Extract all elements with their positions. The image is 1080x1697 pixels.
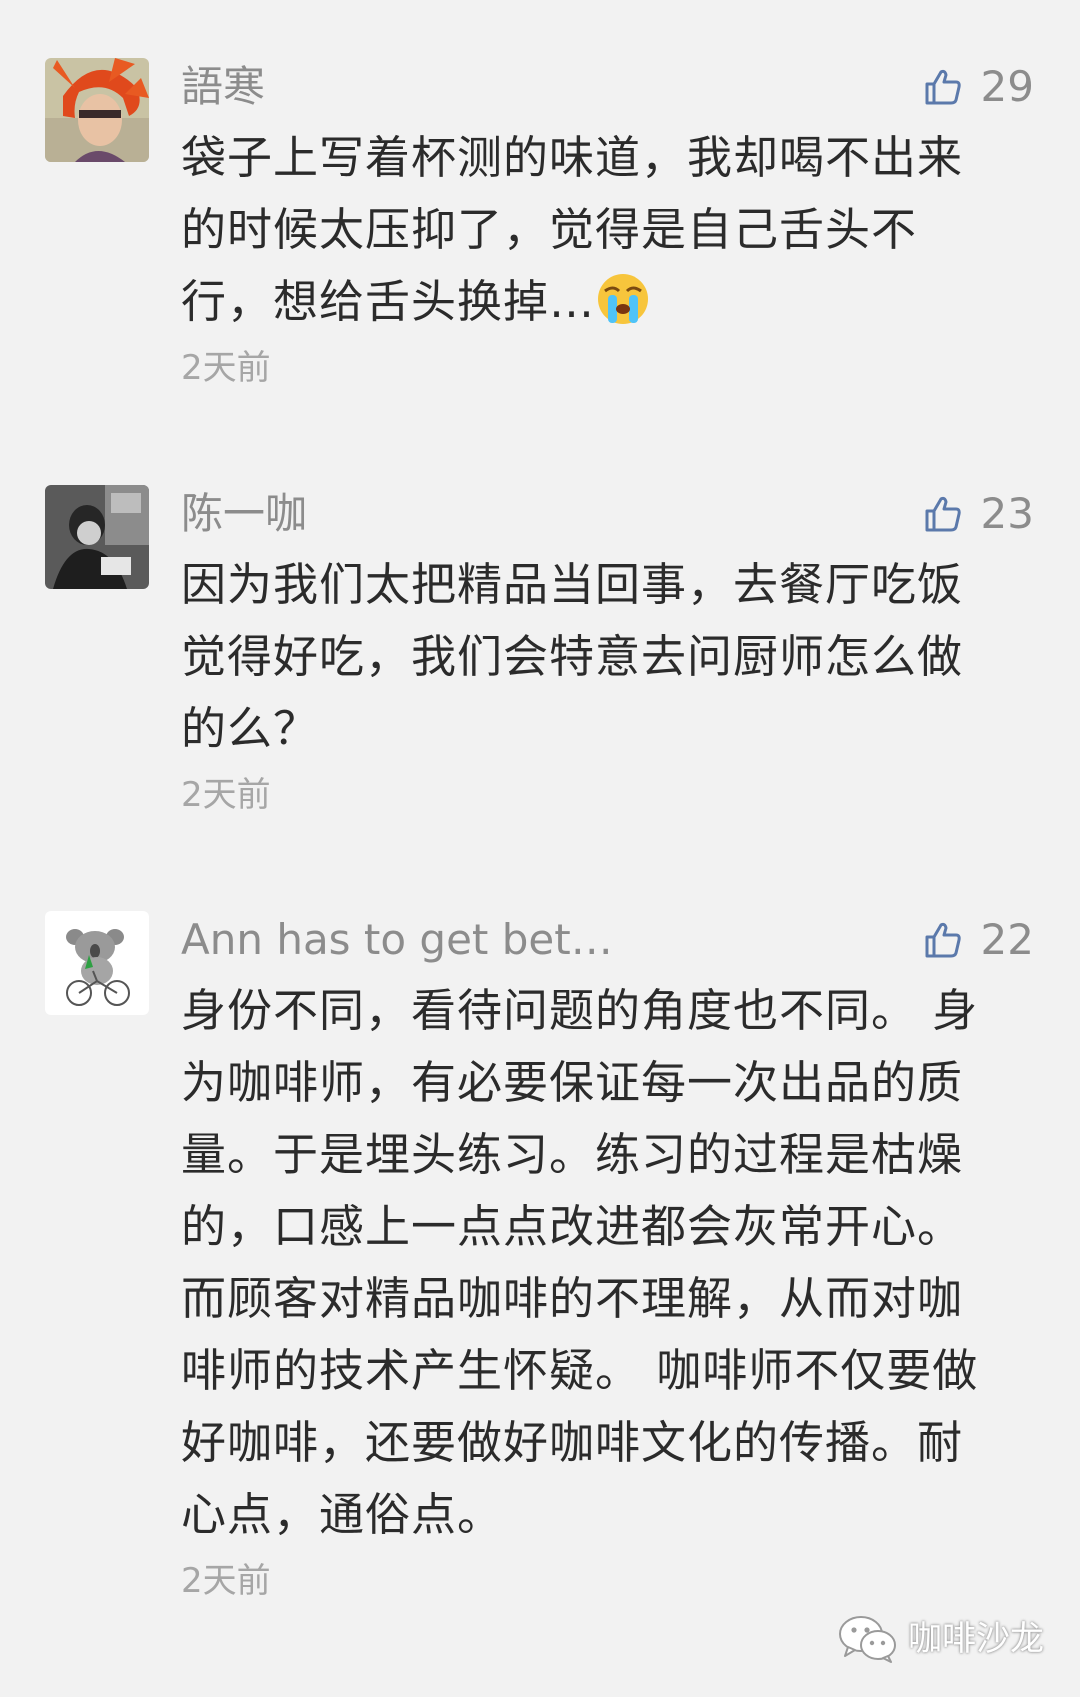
thumbs-up-icon <box>925 922 961 958</box>
comment-time: 2天前 <box>181 1561 271 1601</box>
avatar[interactable] <box>45 485 149 589</box>
avatar[interactable] <box>45 911 149 1015</box>
comment-text: 袋子上写着杯测的味道，我却喝不出来 的时候太压抑了，觉得是自己舌头不 行，想给舌… <box>181 122 1021 338</box>
comment-author[interactable]: 語寒 <box>181 60 265 114</box>
crying-face-icon <box>598 274 649 324</box>
like-button[interactable]: 22 <box>923 913 1034 967</box>
avatar[interactable] <box>45 58 149 162</box>
comment-text: 因为我们太把精品当回事，去餐厅吃饭 觉得好吃，我们会特意去问厨师怎么做 的么？ <box>181 558 964 755</box>
comment-author[interactable]: Ann has to get bet… <box>181 913 613 967</box>
comment-author[interactable]: 陈一咖 <box>181 487 307 541</box>
comment-text-content: 袋子上写着杯测的味道，我却喝不出来 的时候太压抑了，觉得是自己舌头不 行，想给舌… <box>181 131 964 328</box>
comment-time: 2天前 <box>181 348 271 388</box>
like-count: 23 <box>980 489 1034 538</box>
thumbs-up-icon <box>925 496 961 532</box>
like-button[interactable]: 23 <box>923 487 1034 541</box>
like-count: 22 <box>980 915 1034 964</box>
comment-time: 2天前 <box>181 775 271 815</box>
wechat-icon <box>839 1616 896 1663</box>
watermark-label: 咖啡沙龙 <box>908 1619 1044 1659</box>
watermark: 咖啡沙龙 <box>838 1615 1044 1663</box>
comment-text: 身份不同，看待问题的角度也不同。 身 为咖啡师，有必要保证每一次出品的质 量。于… <box>181 984 979 1541</box>
thumbs-up-icon <box>925 69 961 105</box>
like-button[interactable]: 29 <box>923 60 1034 114</box>
like-count: 29 <box>980 62 1034 111</box>
